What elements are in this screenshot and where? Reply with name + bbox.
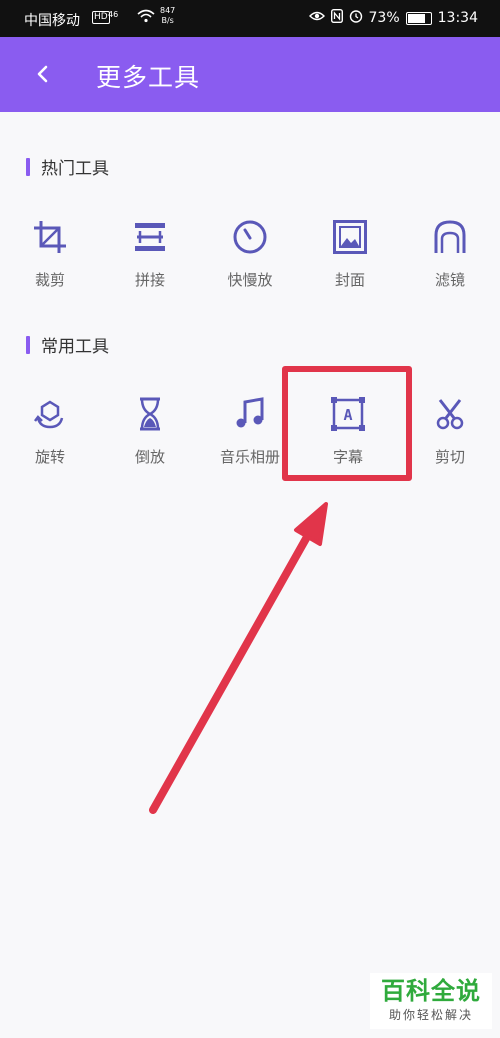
watermark-logo: 百科全说 助你轻松解决 bbox=[370, 973, 492, 1029]
watermark-sub: 助你轻松解决 bbox=[388, 1008, 473, 1022]
annotation-arrow bbox=[149, 502, 328, 814]
watermark-main: 百科全说 bbox=[381, 977, 481, 1005]
